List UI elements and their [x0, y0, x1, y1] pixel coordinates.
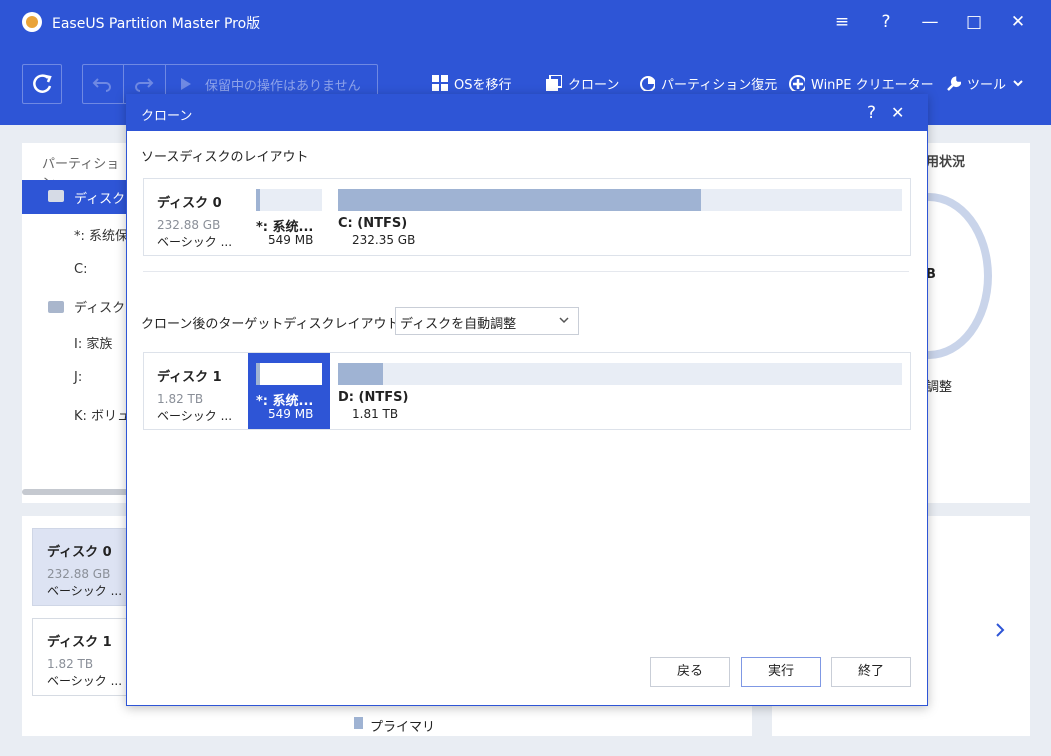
disk-card-1[interactable]: ディスク 1 1.82 TB ベーシック ... [32, 618, 134, 696]
usage-label: 調整 [926, 380, 953, 395]
disk-type: ベーシック ... [47, 674, 123, 688]
partition-size: 1.81 TB [352, 407, 399, 421]
winpe-label: WinPE クリエーター [811, 77, 934, 93]
undo-icon[interactable] [91, 73, 113, 95]
refresh-button[interactable] [22, 64, 62, 104]
close-button[interactable]: ✕ [1005, 10, 1031, 34]
partition-label: C: (NTFS) [338, 216, 408, 231]
partition-size: 232.35 GB [352, 233, 416, 247]
source-partition-system[interactable] [256, 189, 322, 211]
refresh-icon [33, 74, 52, 93]
os-migrate-label: OSを移行 [454, 77, 512, 93]
source-partition-c[interactable] [338, 189, 902, 211]
divider [143, 271, 909, 272]
chevron-right-icon[interactable] [994, 622, 1006, 638]
usage-bar [338, 363, 383, 385]
target-partition-system[interactable]: *: 系统... 549 MB [248, 353, 330, 429]
sidebar-item-c[interactable]: C: [74, 262, 87, 277]
dialog-help-icon[interactable]: ? [867, 103, 876, 123]
help-icon[interactable]: ? [873, 10, 899, 34]
legend-primary-label: プライマリ [370, 720, 436, 735]
minimize-button[interactable]: — [917, 10, 943, 34]
target-layout-label: クローン後のターゲットディスクレイアウト [141, 317, 400, 332]
disk-name: ディスク 0 [47, 545, 112, 560]
source-layout-label: ソースディスクのレイアウト [141, 150, 309, 165]
dialog-title: クローン [141, 109, 193, 124]
target-disk-size: 1.82 TB [157, 392, 204, 406]
os-migrate-button[interactable]: OSを移行 [432, 72, 512, 94]
plus-circle-icon [789, 75, 805, 91]
windows-icon [432, 75, 448, 91]
back-button[interactable]: 戻る [650, 657, 730, 687]
disk-name: ディスク 1 [47, 635, 112, 650]
finish-button[interactable]: 終了 [831, 657, 911, 687]
target-partition-d[interactable] [338, 363, 902, 385]
partition-panel: パーティション ディスク 0 *: 系统保 C: ディスク 1 I: 家族 J:… [22, 143, 143, 503]
chevron-down-icon [1013, 80, 1023, 87]
clone-label: クローン [568, 77, 620, 93]
target-disk-type: ベーシック ... [157, 409, 233, 423]
sidebar-item-j[interactable]: J: [74, 370, 82, 385]
source-disk-name: ディスク 0 [157, 196, 222, 211]
disk-icon [48, 190, 64, 202]
usage-bar [256, 189, 260, 211]
wrench-icon [947, 76, 961, 91]
redo-icon[interactable] [133, 73, 155, 95]
dialog-close-icon[interactable]: ✕ [891, 103, 904, 122]
disk-type: ベーシック ... [47, 584, 123, 598]
legend-primary-swatch [354, 717, 363, 729]
disk-icon [48, 301, 64, 313]
maximize-button[interactable]: □ [961, 10, 987, 34]
execute-button[interactable]: 実行 [741, 657, 821, 687]
usage-bar [256, 363, 260, 385]
source-disk-size: 232.88 GB [157, 218, 221, 232]
source-disk-type: ベーシック ... [157, 235, 233, 249]
clone-button[interactable]: クローン [546, 72, 619, 94]
source-disk-card: ディスク 0 232.88 GB ベーシック ... *: 系统... 549 … [143, 178, 911, 256]
dialog-header: クローン ? ✕ [127, 95, 927, 131]
partition-recovery-button[interactable]: パーティション復元 [639, 72, 777, 94]
sidebar-item-i[interactable]: I: 家族 [74, 333, 112, 352]
usage-title: 用状況 [926, 155, 966, 170]
partition-size: 549 MB [268, 407, 314, 421]
usage-panel: 用状況 B 調整 [866, 143, 1030, 503]
disk-size: 1.82 TB [47, 657, 94, 671]
tools-label: ツール [967, 77, 1007, 93]
winpe-button[interactable]: WinPE クリエーター [789, 72, 934, 94]
tools-button[interactable]: ツール [945, 72, 1024, 94]
pie-icon [640, 76, 655, 91]
app-title: EaseUS Partition Master Pro版 [52, 16, 261, 32]
partition-label: D: (NTFS) [338, 390, 409, 405]
clone-icon [546, 75, 562, 91]
pending-operations: 保留中の操作はありません [205, 79, 361, 94]
sidebar-item-system[interactable]: *: 系统保 [74, 225, 128, 244]
target-disk-card: ディスク 1 1.82 TB ベーシック ... *: 系统... 549 MB… [143, 352, 911, 430]
disk-size: 232.88 GB [47, 567, 111, 581]
play-icon[interactable] [179, 77, 193, 91]
target-disk-name: ディスク 1 [157, 370, 222, 385]
app-logo-icon [22, 12, 42, 32]
sidebar-item-disk0[interactable]: ディスク 0 [22, 180, 138, 214]
auto-adjust-dropdown[interactable]: ディスクを自動調整 [395, 307, 579, 335]
clone-dialog: クローン ? ✕ ソースディスクのレイアウト ディスク 0 232.88 GB … [126, 94, 928, 706]
chevron-down-icon [559, 317, 569, 324]
menu-icon[interactable]: ≡ [829, 10, 855, 34]
disk-card-0[interactable]: ディスク 0 232.88 GB ベーシック ... [32, 528, 134, 606]
horizontal-scrollbar[interactable] [22, 489, 130, 495]
usage-bar [338, 189, 701, 211]
dropdown-value: ディスクを自動調整 [400, 317, 517, 332]
partition-recovery-label: パーティション復元 [661, 77, 778, 93]
title-bar: EaseUS Partition Master Pro版 ≡ ? — □ ✕ [0, 0, 1051, 44]
partition-size: 549 MB [268, 233, 314, 247]
